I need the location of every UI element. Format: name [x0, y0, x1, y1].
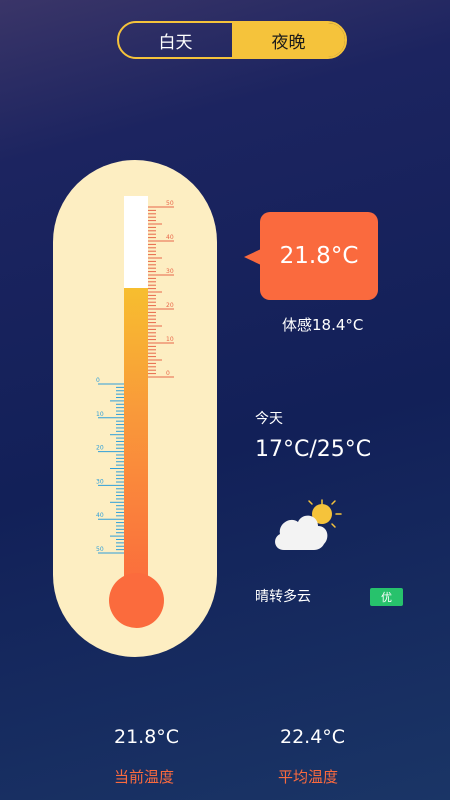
left-scale-label: 10	[96, 411, 104, 418]
air-quality-badge: 优	[370, 588, 403, 606]
current-temperature-bubble: 21.8°C	[260, 212, 378, 300]
today-label: 今天	[255, 411, 283, 427]
thermometer-scales: 50 40 30 20 10 0 0 10 20 30 40 50	[96, 200, 174, 554]
left-scale-label: 20	[96, 445, 104, 452]
average-temperature-value: 22.4°C	[280, 726, 346, 748]
left-scale-label: 50	[96, 546, 104, 553]
left-scale-label: 40	[96, 512, 104, 519]
left-scale-label: 30	[96, 478, 104, 485]
left-scale-label: 0	[96, 377, 100, 384]
right-scale-label: 10	[166, 336, 174, 343]
bubble-tail	[244, 249, 261, 265]
current-temperature-value: 21.8°C	[114, 726, 180, 748]
weather-condition: 晴转多云	[255, 589, 311, 605]
right-scale-label: 20	[166, 302, 174, 309]
today-temperature-range: 17°C/25°C	[255, 437, 372, 462]
feels-like-text: 体感18.4°C	[282, 316, 364, 334]
right-scale-label: 30	[166, 268, 174, 275]
average-temperature-label: 平均温度	[278, 768, 339, 786]
current-temperature: 21.8°C	[279, 243, 359, 269]
partly-cloudy-icon	[275, 499, 342, 550]
right-scale-label: 0	[166, 370, 170, 377]
current-temperature-label: 当前温度	[114, 768, 175, 786]
right-scale-label: 50	[166, 200, 174, 207]
right-scale-label: 40	[166, 234, 174, 241]
